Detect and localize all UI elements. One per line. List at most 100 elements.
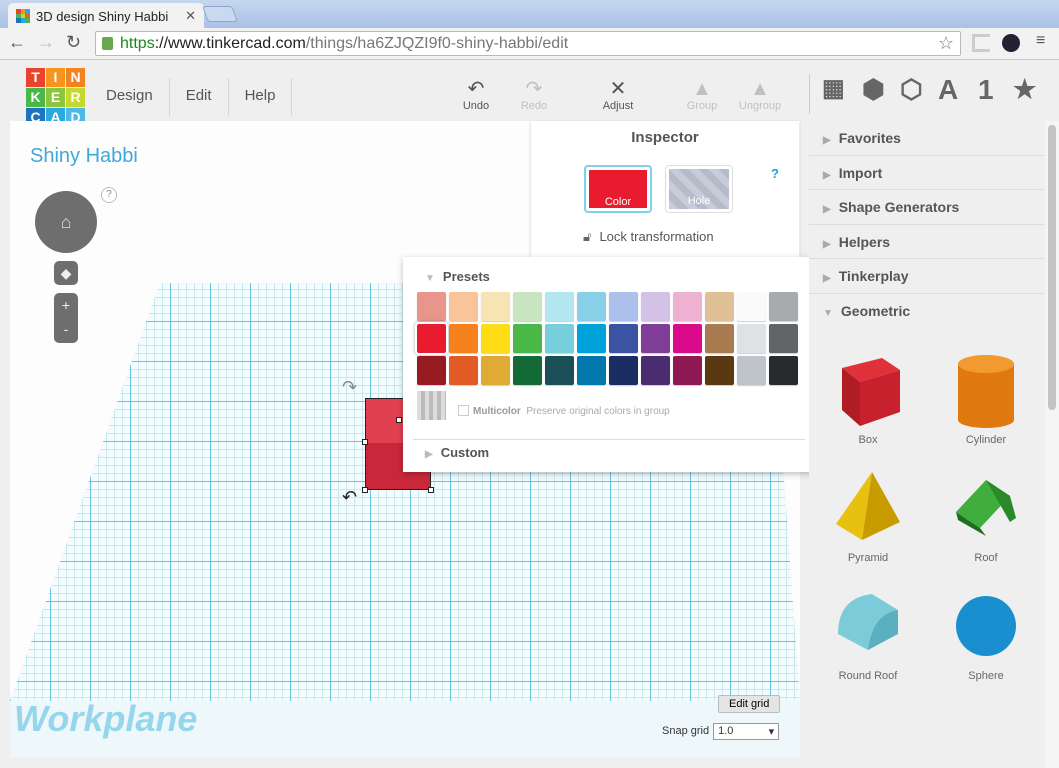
resize-handle[interactable] bbox=[396, 417, 402, 423]
shape-roof[interactable]: Roof bbox=[927, 466, 1045, 564]
color-swatch[interactable] bbox=[577, 356, 606, 385]
menu-design[interactable]: Design bbox=[90, 78, 170, 116]
color-swatch[interactable] bbox=[641, 324, 670, 353]
color-swatch[interactable] bbox=[449, 292, 478, 321]
ungroup-button[interactable]: ▲ Ungroup bbox=[730, 78, 790, 112]
color-swatch[interactable] bbox=[545, 356, 574, 385]
scrollbar-thumb[interactable] bbox=[1048, 125, 1056, 410]
workplane-grid-icon[interactable]: ▦ bbox=[822, 74, 845, 103]
color-swatch[interactable] bbox=[417, 356, 446, 385]
color-swatch[interactable] bbox=[705, 324, 734, 353]
design-title[interactable]: Shiny Habbi bbox=[30, 145, 138, 168]
hole-button[interactable]: Hole bbox=[665, 165, 733, 213]
group-button[interactable]: ▲ Group bbox=[672, 78, 732, 112]
color-swatch[interactable] bbox=[673, 292, 702, 321]
color-swatch[interactable] bbox=[769, 292, 798, 321]
color-swatch[interactable] bbox=[609, 292, 638, 321]
color-swatch[interactable] bbox=[737, 324, 766, 353]
color-swatch[interactable] bbox=[545, 292, 574, 321]
shape-pyramid[interactable]: Pyramid bbox=[809, 466, 927, 564]
close-tab-icon[interactable]: ✕ bbox=[185, 8, 196, 24]
sidebar-category[interactable]: ▶ Tinkerplay bbox=[809, 259, 1045, 294]
inspector-help-button[interactable]: ? bbox=[771, 166, 779, 181]
custom-colors-header[interactable]: ▶ Custom bbox=[425, 445, 489, 460]
back-icon[interactable]: ← bbox=[8, 32, 26, 53]
sidebar-category[interactable]: ▼ Geometric bbox=[809, 294, 1045, 329]
color-swatch[interactable] bbox=[481, 292, 510, 321]
help-button[interactable]: ? bbox=[101, 187, 117, 203]
tinkercad-logo[interactable]: TIN KER CAD bbox=[26, 68, 85, 127]
rotate-handle-icon[interactable]: ↷ bbox=[342, 377, 357, 398]
extension-icon[interactable] bbox=[1002, 34, 1020, 52]
home-icon[interactable]: ⌂ bbox=[61, 212, 72, 232]
snap-grid-select[interactable]: 1.0 ▾ bbox=[713, 723, 780, 740]
color-swatch[interactable] bbox=[481, 324, 510, 353]
multicolor-option[interactable]: Multicolor Preserve original colors in g… bbox=[458, 405, 670, 417]
text-shapes-icon[interactable]: A bbox=[938, 74, 958, 106]
sidebar-scrollbar[interactable] bbox=[1045, 121, 1059, 768]
color-swatch[interactable] bbox=[609, 356, 638, 385]
resize-handle[interactable] bbox=[428, 487, 434, 493]
basic-shapes-icon[interactable]: ⬢ bbox=[862, 74, 885, 105]
color-swatch[interactable] bbox=[577, 324, 606, 353]
shape-cylinder[interactable]: Cylinder bbox=[927, 348, 1045, 446]
sidebar-category[interactable]: ▶ Favorites bbox=[809, 121, 1045, 156]
favorites-star-icon[interactable]: ★ bbox=[1013, 74, 1036, 105]
browser-tab[interactable]: 3D design Shiny Habbi ✕ bbox=[8, 3, 204, 29]
sidebar-category[interactable]: ▶ Helpers bbox=[809, 225, 1045, 259]
menu-icon[interactable]: ≡ bbox=[1036, 32, 1045, 50]
color-swatch[interactable] bbox=[449, 356, 478, 385]
color-swatch[interactable] bbox=[705, 356, 734, 385]
shape-sphere[interactable]: Sphere bbox=[927, 584, 1045, 682]
color-swatch[interactable] bbox=[641, 292, 670, 321]
presets-header[interactable]: ▼ Presets bbox=[425, 269, 490, 284]
new-tab-button[interactable] bbox=[202, 6, 238, 22]
color-swatch[interactable] bbox=[673, 356, 702, 385]
color-swatch[interactable] bbox=[673, 324, 702, 353]
color-swatch[interactable] bbox=[737, 356, 766, 385]
color-swatch[interactable] bbox=[415, 322, 448, 355]
color-button[interactable]: Color bbox=[584, 165, 652, 213]
lock-transformation-toggle[interactable]: 🔓︎ Lock transformation bbox=[583, 229, 714, 245]
sidebar-category[interactable]: ▶ Shape Generators bbox=[809, 190, 1045, 225]
forward-icon[interactable]: → bbox=[37, 32, 55, 53]
color-swatch[interactable] bbox=[609, 324, 638, 353]
menu-help[interactable]: Help bbox=[229, 78, 293, 116]
color-swatch[interactable] bbox=[769, 356, 798, 385]
color-swatch[interactable] bbox=[449, 324, 478, 353]
shape-box[interactable]: Box bbox=[809, 348, 927, 446]
color-swatch[interactable] bbox=[705, 292, 734, 321]
multicolor-checkbox[interactable] bbox=[458, 405, 469, 416]
resize-handle[interactable] bbox=[362, 487, 368, 493]
color-swatch[interactable] bbox=[513, 324, 542, 353]
color-swatch[interactable] bbox=[417, 292, 446, 321]
zoom-out-button[interactable]: - bbox=[54, 317, 78, 341]
edit-grid-button[interactable]: Edit grid bbox=[718, 695, 781, 713]
color-swatch[interactable] bbox=[545, 324, 574, 353]
color-swatch[interactable] bbox=[513, 292, 542, 321]
color-swatch[interactable] bbox=[769, 324, 798, 353]
rotate-handle-icon[interactable]: ↶ bbox=[342, 487, 357, 508]
orthographic-view-button[interactable]: ◆ bbox=[54, 261, 78, 285]
redo-button[interactable]: ↷ Redo bbox=[504, 78, 564, 112]
view-cube-navigator[interactable]: ⌂ bbox=[35, 191, 97, 253]
color-swatch[interactable] bbox=[481, 356, 510, 385]
color-swatch[interactable] bbox=[513, 356, 542, 385]
reload-icon[interactable]: ↻ bbox=[66, 32, 81, 53]
undo-button[interactable]: ↶ Undo bbox=[446, 78, 506, 112]
color-swatch[interactable] bbox=[737, 292, 766, 321]
adjust-button[interactable]: ✕ Adjust bbox=[588, 78, 648, 112]
shape-round-roof[interactable]: Round Roof bbox=[809, 584, 927, 682]
extension-icon[interactable] bbox=[972, 34, 990, 52]
number-shapes-icon[interactable]: 1 bbox=[978, 74, 994, 106]
shape-generators-icon[interactable]: ⬡ bbox=[900, 74, 923, 105]
sidebar-category[interactable]: ▶ Import bbox=[809, 156, 1045, 190]
color-swatch[interactable] bbox=[641, 356, 670, 385]
address-bar[interactable]: https://www.tinkercad.com/things/ha6ZJQZ… bbox=[95, 31, 961, 56]
resize-handle[interactable] bbox=[362, 439, 368, 445]
color-swatch[interactable] bbox=[577, 292, 606, 321]
multicolor-swatch[interactable] bbox=[417, 391, 446, 420]
zoom-in-button[interactable]: + bbox=[54, 293, 78, 317]
bookmark-star-icon[interactable]: ☆ bbox=[938, 32, 954, 55]
menu-edit[interactable]: Edit bbox=[170, 78, 229, 116]
